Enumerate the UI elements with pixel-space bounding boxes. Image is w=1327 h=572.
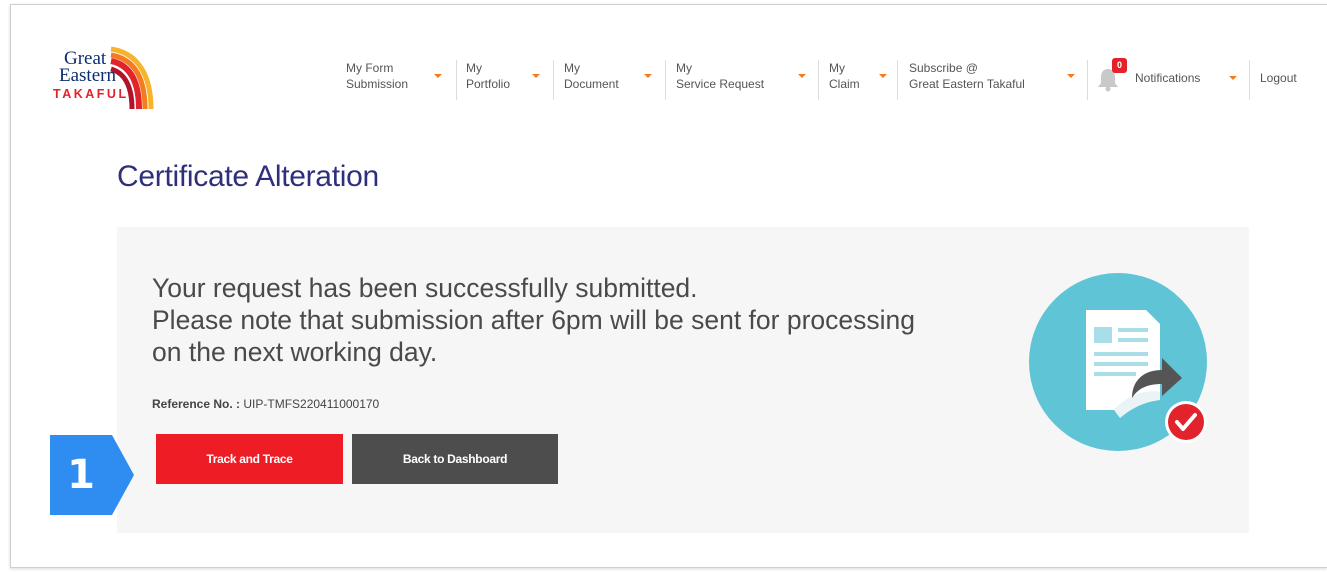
- confirmation-line-3: on the next working day.: [152, 337, 438, 367]
- chevron-down-icon: [434, 74, 442, 78]
- reference-number: Reference No. : UIP-TMFS220411000170: [152, 397, 379, 411]
- nav-my-form-submission[interactable]: My Form Submission: [346, 60, 446, 104]
- chevron-down-icon: [532, 74, 540, 78]
- logout-label: Logout: [1260, 71, 1297, 85]
- back-to-dashboard-button[interactable]: Back to Dashboard: [352, 434, 558, 484]
- top-navigation: My Form Submission My Portfolio My Docum…: [0, 60, 1327, 104]
- confirmation-line-2: Please note that submission after 6pm wi…: [152, 305, 916, 335]
- nav-divider: [1087, 60, 1088, 100]
- nav-divider: [456, 60, 457, 100]
- nav-divider: [897, 60, 898, 100]
- nav-divider: [818, 60, 819, 100]
- nav-notifications[interactable]: Notifications: [1135, 70, 1241, 94]
- notification-count-badge: 0: [1112, 58, 1127, 73]
- track-and-trace-button[interactable]: Track and Trace: [156, 434, 343, 484]
- reference-label: Reference No. :: [152, 397, 241, 411]
- nav-label-line1: Subscribe @: [909, 61, 978, 75]
- nav-my-claim[interactable]: My Claim: [829, 60, 889, 104]
- nav-label-line2: Claim: [829, 77, 860, 91]
- nav-label-line2: Great Eastern Takaful: [909, 77, 1025, 91]
- confirmation-message: Your request has been successfully submi…: [152, 272, 915, 368]
- nav-label-line1: My Form: [346, 61, 394, 75]
- confirmation-line-1: Your request has been successfully submi…: [152, 273, 698, 303]
- nav-label-line2: Submission: [346, 77, 409, 91]
- nav-subscribe[interactable]: Subscribe @ Great Eastern Takaful: [909, 60, 1081, 104]
- nav-label-line2: Portfolio: [466, 77, 511, 91]
- step-callout-number: 1: [67, 452, 95, 498]
- nav-my-service-request[interactable]: My Service Request: [676, 60, 812, 104]
- logout-link[interactable]: Logout: [1260, 70, 1310, 94]
- chevron-down-icon: [644, 74, 652, 78]
- nav-divider: [553, 60, 554, 100]
- document-forward-check-icon: [1029, 273, 1207, 451]
- notifications-label: Notifications: [1135, 71, 1201, 85]
- nav-my-portfolio[interactable]: My Portfolio: [466, 60, 546, 104]
- nav-label-line1: My: [564, 61, 580, 75]
- reference-value: UIP-TMFS220411000170: [243, 397, 380, 411]
- nav-label-line2: Document: [564, 77, 619, 91]
- chevron-down-icon: [879, 74, 887, 78]
- chevron-down-icon: [1067, 74, 1075, 78]
- nav-my-document[interactable]: My Document: [564, 60, 656, 104]
- nav-divider: [1249, 60, 1250, 100]
- nav-label-line1: My: [676, 61, 692, 75]
- nav-divider: [665, 60, 666, 100]
- chevron-down-icon: [798, 74, 806, 78]
- nav-label-line2: Service Request: [676, 77, 765, 91]
- page-title: Certificate Alteration: [117, 160, 379, 193]
- chevron-down-icon: [1229, 76, 1237, 80]
